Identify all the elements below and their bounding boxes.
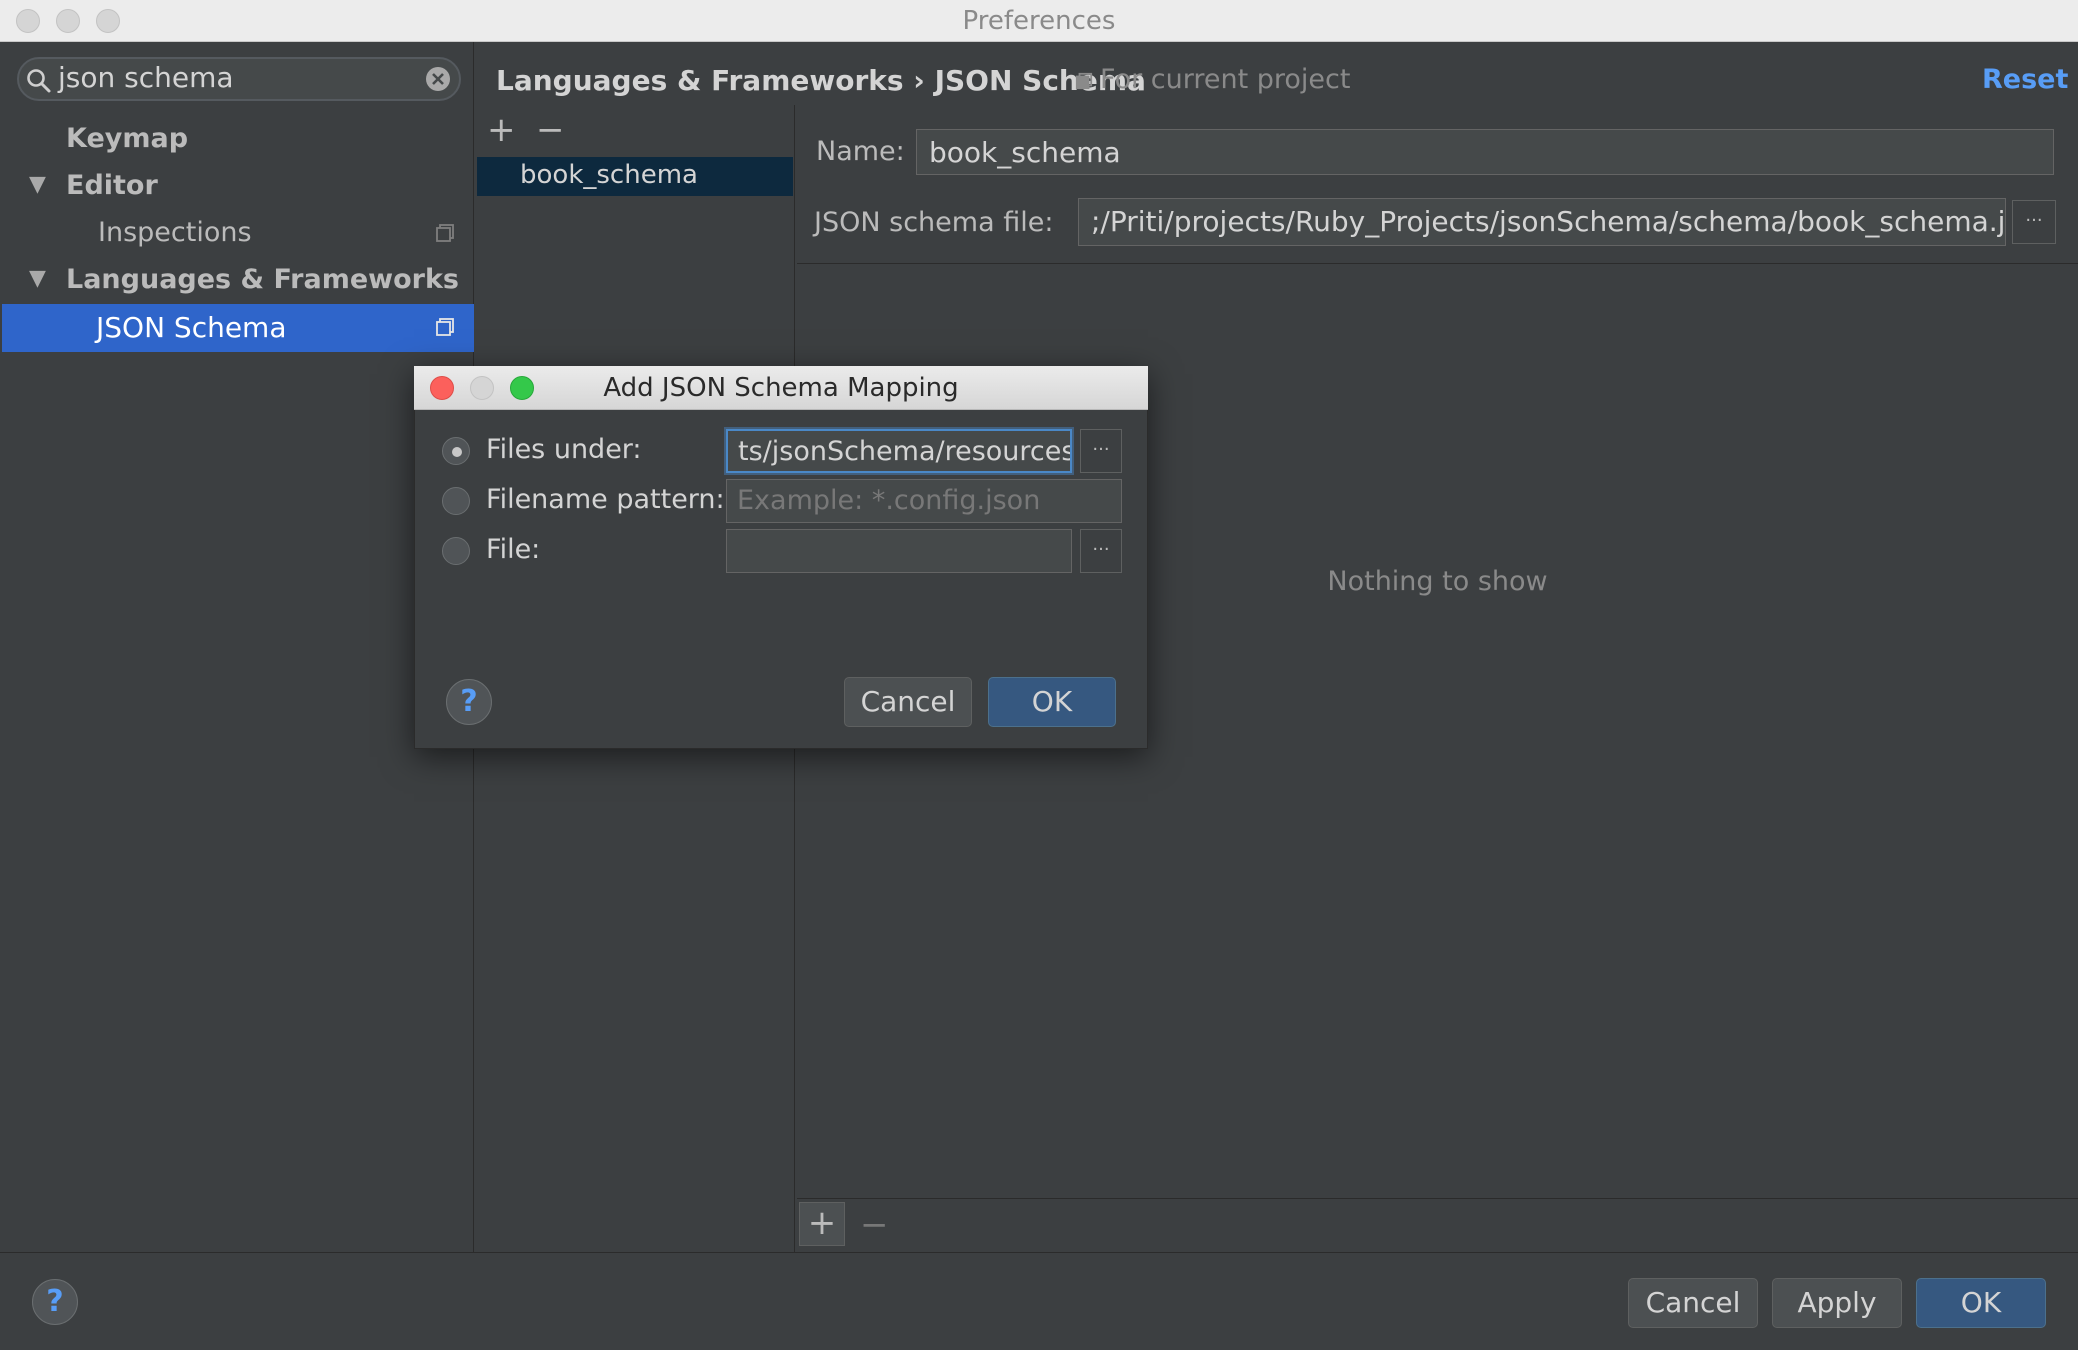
browse-file-button[interactable]: ··· xyxy=(1080,529,1122,573)
expand-triangle-icon[interactable]: ▼ xyxy=(29,266,46,291)
scope-label: For current project xyxy=(1100,64,1351,95)
cancel-button[interactable]: Cancel xyxy=(1628,1278,1758,1328)
dialog-cancel-button[interactable]: Cancel xyxy=(844,677,972,727)
browse-files-under-button[interactable]: ··· xyxy=(1080,429,1122,473)
files-under-label: Files under: xyxy=(486,434,642,465)
remove-path-button[interactable]: − xyxy=(860,1208,889,1242)
dialog-footer xyxy=(0,1252,2078,1350)
dialog-ok-button[interactable]: OK xyxy=(988,677,1116,727)
window-title: Preferences xyxy=(962,6,1116,36)
expand-triangle-icon[interactable]: ▼ xyxy=(29,172,46,197)
schema-file-label: JSON schema file: xyxy=(814,207,1054,238)
apply-button[interactable]: Apply xyxy=(1772,1278,1902,1328)
mapping-list-item-label: book_schema xyxy=(520,160,698,190)
file-radio[interactable] xyxy=(442,537,470,565)
radio-selected-dot xyxy=(452,447,462,457)
sidebar-item-languages-frameworks[interactable]: Languages & Frameworks xyxy=(66,264,459,295)
sidebar-item-label: JSON Schema xyxy=(96,311,287,344)
sidebar-item-keymap[interactable]: Keymap xyxy=(66,123,188,154)
file-label: File: xyxy=(486,534,541,565)
remove-mapping-button[interactable]: − xyxy=(536,113,565,147)
sidebar-item-editor[interactable]: Editor xyxy=(66,170,158,201)
mappings-toolbar xyxy=(797,1198,2078,1252)
search-query-text: json schema xyxy=(58,61,234,94)
sidebar-item-inspections[interactable]: Inspections xyxy=(98,217,252,248)
add-path-button[interactable]: + xyxy=(799,1202,845,1246)
reset-link[interactable]: Reset xyxy=(1982,64,2068,95)
dialog-title: Add JSON Schema Mapping xyxy=(603,373,959,403)
project-scope-icon xyxy=(436,224,454,242)
add-mapping-button[interactable]: + xyxy=(487,113,516,147)
filename-pattern-label: Filename pattern: xyxy=(486,484,725,515)
file-field[interactable] xyxy=(726,529,1072,573)
help-button[interactable]: ? xyxy=(32,1279,78,1325)
files-under-field[interactable]: ts/jsonSchema/resources xyxy=(726,429,1072,473)
name-label: Name: xyxy=(816,136,905,167)
search-icon xyxy=(27,69,51,93)
schema-file-field[interactable]: ;/Priti/projects/Ruby_Projects/jsonSchem… xyxy=(1078,198,2006,246)
filename-pattern-field[interactable]: Example: *.config.json xyxy=(726,479,1122,523)
breadcrumb: Languages & Frameworks › JSON Schema xyxy=(496,64,1146,97)
project-scope-icon xyxy=(1075,72,1093,90)
browse-schema-file-button[interactable]: ··· xyxy=(2012,200,2056,244)
project-scope-icon xyxy=(436,318,454,336)
clear-search-icon[interactable] xyxy=(425,66,451,92)
filename-pattern-radio[interactable] xyxy=(442,487,470,515)
ok-button[interactable]: OK xyxy=(1916,1278,2046,1328)
dialog-help-button[interactable]: ? xyxy=(446,679,492,725)
name-field[interactable]: book_schema xyxy=(916,129,2054,175)
